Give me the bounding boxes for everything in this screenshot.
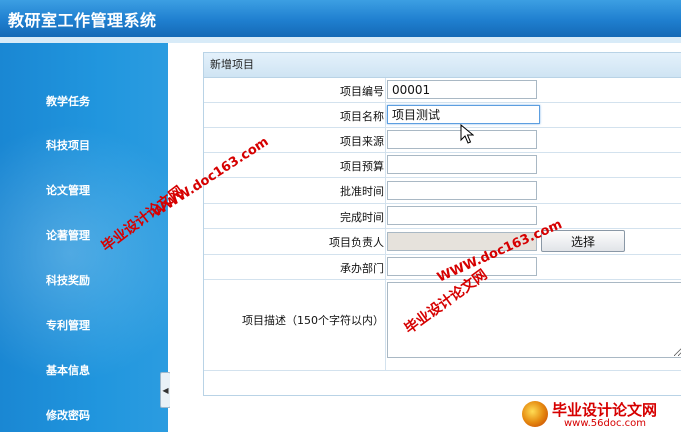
sidebar-item-patents[interactable]: 专利管理	[46, 317, 90, 333]
project-budget-input[interactable]	[387, 155, 537, 174]
sidebar-item-sci-projects[interactable]: 科技项目	[46, 137, 90, 153]
app-title: 教研室工作管理系统	[8, 11, 157, 30]
department-label: 承办部门	[340, 262, 384, 275]
leader-label: 项目负责人	[329, 236, 384, 249]
mouse-cursor-icon	[460, 124, 474, 144]
completion-time-input[interactable]	[387, 206, 537, 225]
sidebar-item-teaching-tasks[interactable]: 教学任务	[46, 93, 90, 109]
sidebar-item-monographs[interactable]: 论著管理	[46, 227, 90, 243]
sidebar-item-basic-info[interactable]: 基本信息	[46, 362, 90, 378]
logo-url: www.56doc.com	[564, 418, 647, 429]
form-row-completion-time: 完成时间	[204, 204, 681, 229]
form-row-project-name: 项目名称	[204, 103, 681, 128]
form-row-project-no: 项目编号	[204, 78, 681, 103]
approval-time-label: 批准时间	[340, 185, 384, 198]
project-budget-label: 项目预算	[340, 160, 384, 173]
sidebar-item-change-password[interactable]: 修改密码	[46, 407, 90, 423]
sidebar-item-papers[interactable]: 论文管理	[46, 182, 90, 198]
chevron-left-icon: ◀	[162, 385, 169, 395]
project-name-input[interactable]	[387, 105, 540, 124]
new-project-panel: 新增项目 项目编号 项目名称 项目来源 项目预算 批准时间 完成时间 项目负责人	[203, 52, 681, 396]
app-header: 教研室工作管理系统	[0, 0, 681, 37]
project-source-label: 项目来源	[340, 135, 384, 148]
main-content: 新增项目 项目编号 项目名称 项目来源 项目预算 批准时间 完成时间 项目负责人	[170, 43, 681, 432]
form-row-project-source: 项目来源	[204, 128, 681, 153]
logo-badge-icon	[522, 401, 548, 427]
sidebar-glow	[0, 123, 168, 383]
sidebar-item-awards[interactable]: 科技奖励	[46, 272, 90, 288]
panel-title: 新增项目	[204, 53, 681, 78]
description-label: 项目描述（150个字符以内）	[242, 314, 384, 327]
project-no-label: 项目编号	[340, 85, 384, 98]
project-name-label: 项目名称	[340, 110, 384, 123]
form-row-project-budget: 项目预算	[204, 153, 681, 178]
completion-time-label: 完成时间	[340, 211, 384, 224]
project-no-input[interactable]	[387, 80, 537, 99]
watermark-logo: 毕业设计论文网 www.56doc.com	[520, 398, 681, 432]
sidebar: 教学任务 科技项目 论文管理 论著管理 科技奖励 专利管理 基本信息 修改密码	[0, 43, 168, 432]
form-row-leader: 项目负责人 选择	[204, 229, 681, 255]
approval-time-input[interactable]	[387, 181, 537, 200]
form-row-approval-time: 批准时间	[204, 178, 681, 204]
logo-name: 毕业设计论文网	[552, 401, 658, 419]
